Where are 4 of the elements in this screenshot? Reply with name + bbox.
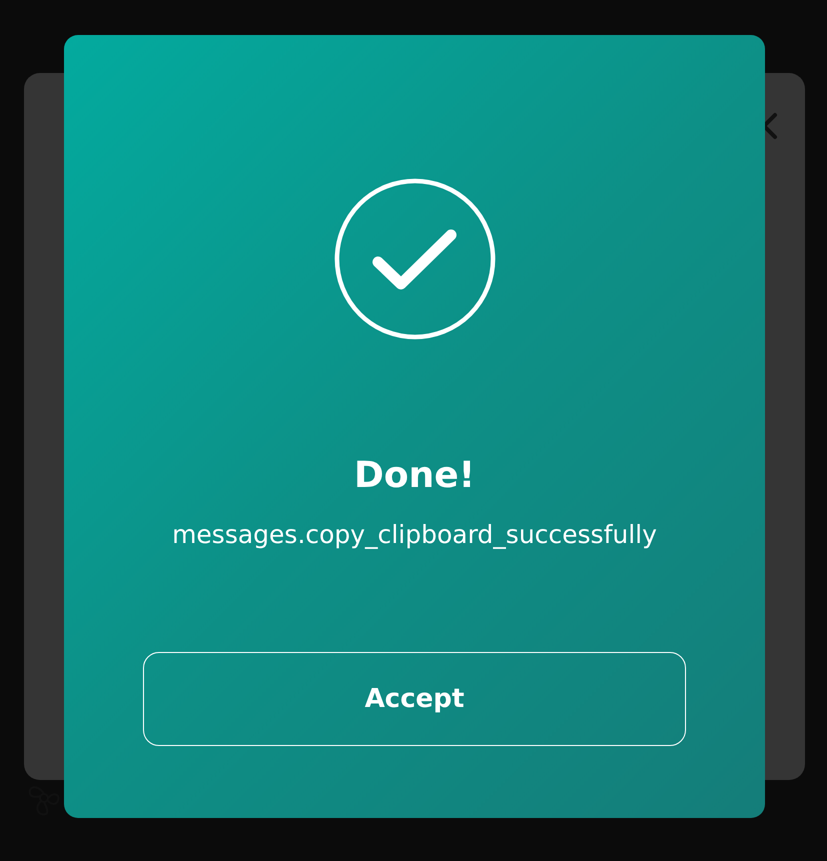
dialog-title: Done! xyxy=(354,454,476,498)
check-circle-icon xyxy=(334,178,496,340)
dialog-message: messages.copy_clipboard_successfully xyxy=(172,519,657,552)
accept-button[interactable]: Accept xyxy=(143,652,686,746)
